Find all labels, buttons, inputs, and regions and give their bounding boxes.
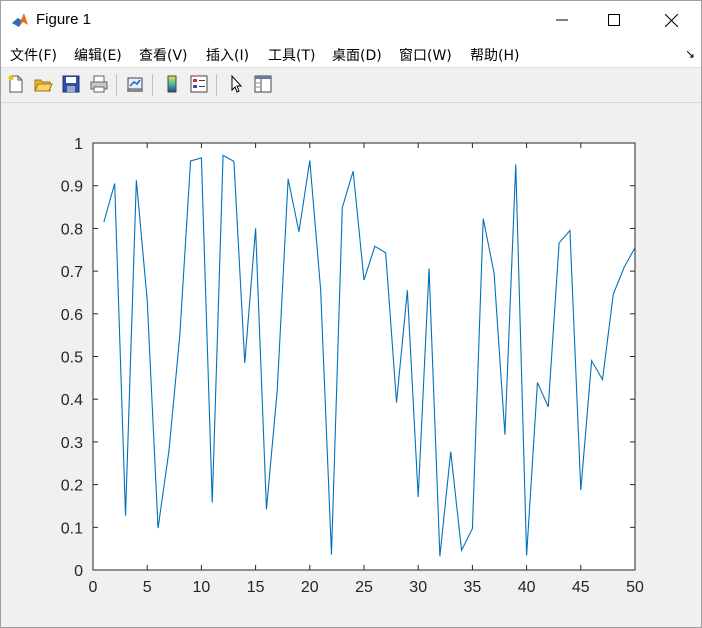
x-tick-label: 25 (355, 579, 373, 596)
menu-view[interactable]: 查看(V) (139, 45, 188, 65)
toolbar-separator (152, 74, 153, 96)
link-plot-button[interactable] (123, 72, 147, 96)
menu-desktop[interactable]: 桌面(D) (332, 45, 382, 65)
insert-legend-button[interactable] (187, 72, 211, 96)
x-tick-label: 40 (518, 579, 536, 596)
save-icon (62, 75, 80, 93)
save-button[interactable] (59, 72, 83, 96)
edit-plot-button[interactable] (224, 72, 248, 96)
insert-legend-icon (190, 75, 208, 93)
insert-colorbar-icon (167, 75, 177, 93)
link-plot-icon (127, 77, 143, 92)
y-tick-label: 0.7 (61, 264, 83, 281)
minimize-button[interactable] (539, 1, 585, 39)
y-tick-label: 0.5 (61, 350, 83, 367)
title-bar[interactable]: Figure 1 (1, 1, 701, 39)
menu-tools[interactable]: 工具(T) (268, 45, 315, 65)
x-tick-label: 45 (572, 579, 590, 596)
x-tick-label: 15 (247, 579, 265, 596)
y-tick-label: 1 (74, 136, 83, 153)
x-tick-label: 50 (626, 579, 644, 596)
new-figure-icon (8, 75, 23, 93)
close-icon (664, 13, 678, 27)
menu-file[interactable]: 文件(F) (10, 45, 57, 65)
figure-window: Figure 1 文件(F) 编辑(E) 查看(V) 插入(I) 工具(T) 桌… (0, 0, 702, 628)
dock-arrow-icon[interactable]: ↘ (685, 47, 695, 61)
toolbar-separator (216, 74, 217, 96)
figure-toolbar (1, 68, 701, 103)
y-tick-label: 0.9 (61, 179, 83, 196)
menu-help[interactable]: 帮助(H) (470, 45, 519, 65)
minimize-icon (556, 19, 568, 21)
x-tick-label: 20 (301, 579, 319, 596)
menu-window[interactable]: 窗口(W) (399, 45, 452, 65)
edit-plot-icon (231, 74, 243, 93)
menu-bar: 文件(F) 编辑(E) 查看(V) 插入(I) 工具(T) 桌面(D) 窗口(W… (1, 39, 701, 68)
maximize-button[interactable] (591, 1, 637, 39)
menu-edit[interactable]: 编辑(E) (74, 45, 122, 65)
toolbar-separator (116, 74, 117, 96)
y-tick-label: 0.3 (61, 435, 83, 452)
matlab-icon (12, 13, 28, 27)
x-tick-label: 0 (89, 579, 98, 596)
x-tick-label: 10 (193, 579, 211, 596)
figure-canvas: 0 5 10 15 20 25 30 35 40 45 50 0 0.1 0.2 0.3 0.4 0.5 0.6 0… (1, 103, 701, 627)
y-tick-label: 0.4 (61, 392, 83, 409)
property-inspector-icon (254, 75, 272, 93)
x-tick-label: 5 (143, 579, 152, 596)
window-title: Figure 1 (36, 11, 92, 28)
menu-insert[interactable]: 插入(I) (206, 45, 249, 65)
y-tick-label: 0.6 (61, 307, 83, 324)
property-inspector-button[interactable] (251, 72, 275, 96)
open-file-button[interactable] (31, 72, 55, 96)
new-figure-button[interactable] (4, 72, 28, 96)
maximize-icon (608, 14, 620, 26)
axes-box (92, 142, 636, 571)
line-chart[interactable]: 0 5 10 15 20 25 30 35 40 45 50 0 0.1 0.2 0.3 0.4 0.5 0.6 0… (1, 103, 701, 627)
y-tick-label: 0.1 (61, 520, 83, 537)
print-button[interactable] (87, 72, 111, 96)
y-tick-label: 0.2 (61, 478, 83, 495)
close-button[interactable] (648, 1, 694, 39)
insert-colorbar-button[interactable] (160, 72, 184, 96)
open-file-icon (34, 79, 53, 92)
print-icon (90, 75, 108, 93)
x-tick-label: 35 (464, 579, 482, 596)
y-tick-label: 0 (74, 563, 83, 580)
y-tick-label: 0.8 (61, 221, 83, 238)
x-tick-label: 30 (409, 579, 427, 596)
